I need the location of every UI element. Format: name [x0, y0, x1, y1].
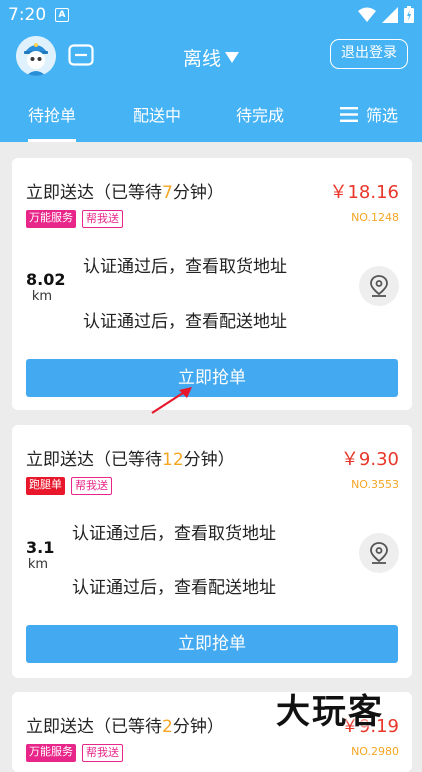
delivery-type-tag: 帮我送: [82, 744, 123, 762]
clock: 7:20: [8, 5, 47, 25]
pickup-address: 认证通过后，查看取货地址: [72, 524, 276, 544]
order-card: 立即送达（已等待7分钟） ￥18.16 万能服务 帮我送 NO.1248 8.0…: [12, 158, 412, 410]
order-title: 立即送达（已等待12分钟）: [26, 450, 235, 470]
tab-delivering[interactable]: 配送中: [133, 102, 181, 126]
map-location-button[interactable]: [359, 533, 399, 573]
online-status-dropdown[interactable]: 离线: [183, 44, 240, 71]
map-location-button[interactable]: [359, 266, 399, 306]
service-type-tag: 万能服务: [26, 210, 76, 228]
order-distance: 3.1 km: [26, 538, 55, 572]
order-tabs: 待抢单 配送中 待完成 筛选: [0, 82, 422, 142]
order-title: 立即送达（已等待7分钟）: [26, 183, 224, 203]
order-distance: 8.02 km: [26, 270, 66, 304]
delivery-address: 认证通过后，查看配送地址: [83, 312, 287, 332]
pointer-arrow-icon: [151, 387, 192, 414]
order-tags: 万能服务 帮我送: [26, 744, 123, 762]
filter-label: 筛选: [366, 106, 399, 125]
system-icons: [358, 6, 414, 23]
courier-avatar-icon: [16, 36, 56, 76]
status-bar: 7:20 A: [0, 0, 422, 30]
location-pin-icon: [370, 275, 388, 297]
message-icon[interactable]: [68, 44, 94, 66]
delivery-address: 认证通过后，查看配送地址: [72, 578, 276, 598]
service-type-tag: 跑腿单: [26, 477, 65, 495]
service-type-tag: 万能服务: [26, 744, 76, 762]
wifi-icon: [358, 7, 376, 22]
grab-order-button[interactable]: 立即抢单: [26, 625, 398, 663]
logout-button[interactable]: 退出登录: [330, 39, 408, 69]
triangle-down-icon: [225, 52, 240, 63]
tab-filter[interactable]: 筛选: [340, 102, 398, 126]
menu-icon: [340, 106, 358, 122]
tab-pending[interactable]: 待抢单: [28, 102, 77, 142]
status-label: 离线: [183, 48, 222, 70]
wait-minutes: 12: [162, 450, 184, 470]
order-number: NO.3553: [351, 478, 399, 491]
order-title: 立即送达（已等待2分钟）: [26, 717, 224, 737]
order-tags: 跑腿单 帮我送: [26, 477, 112, 495]
watermark: 大玩客: [276, 692, 384, 732]
order-card: 立即送达（已等待12分钟） ￥9.30 跑腿单 帮我送 NO.3553 3.1 …: [12, 425, 412, 678]
order-price: ￥18.16: [329, 182, 399, 203]
top-header: 离线 退出登录: [0, 30, 422, 82]
delivery-type-tag: 帮我送: [82, 210, 123, 228]
order-tags: 万能服务 帮我送: [26, 210, 123, 228]
grab-order-button[interactable]: 立即抢单: [26, 359, 398, 397]
battery-icon: [404, 6, 414, 23]
order-price: ￥9.30: [340, 449, 399, 470]
order-number: NO.1248: [351, 211, 399, 224]
signal-icon: [382, 6, 398, 23]
tab-to-complete[interactable]: 待完成: [236, 102, 284, 126]
location-pin-icon: [370, 542, 388, 564]
pickup-address: 认证通过后，查看取货地址: [83, 257, 287, 277]
app-notification-icon: A: [55, 8, 69, 22]
avatar[interactable]: [16, 36, 56, 76]
order-number: NO.2980: [351, 745, 399, 758]
wait-minutes: 7: [162, 183, 173, 203]
wait-minutes: 2: [162, 717, 173, 737]
delivery-type-tag: 帮我送: [71, 477, 112, 495]
